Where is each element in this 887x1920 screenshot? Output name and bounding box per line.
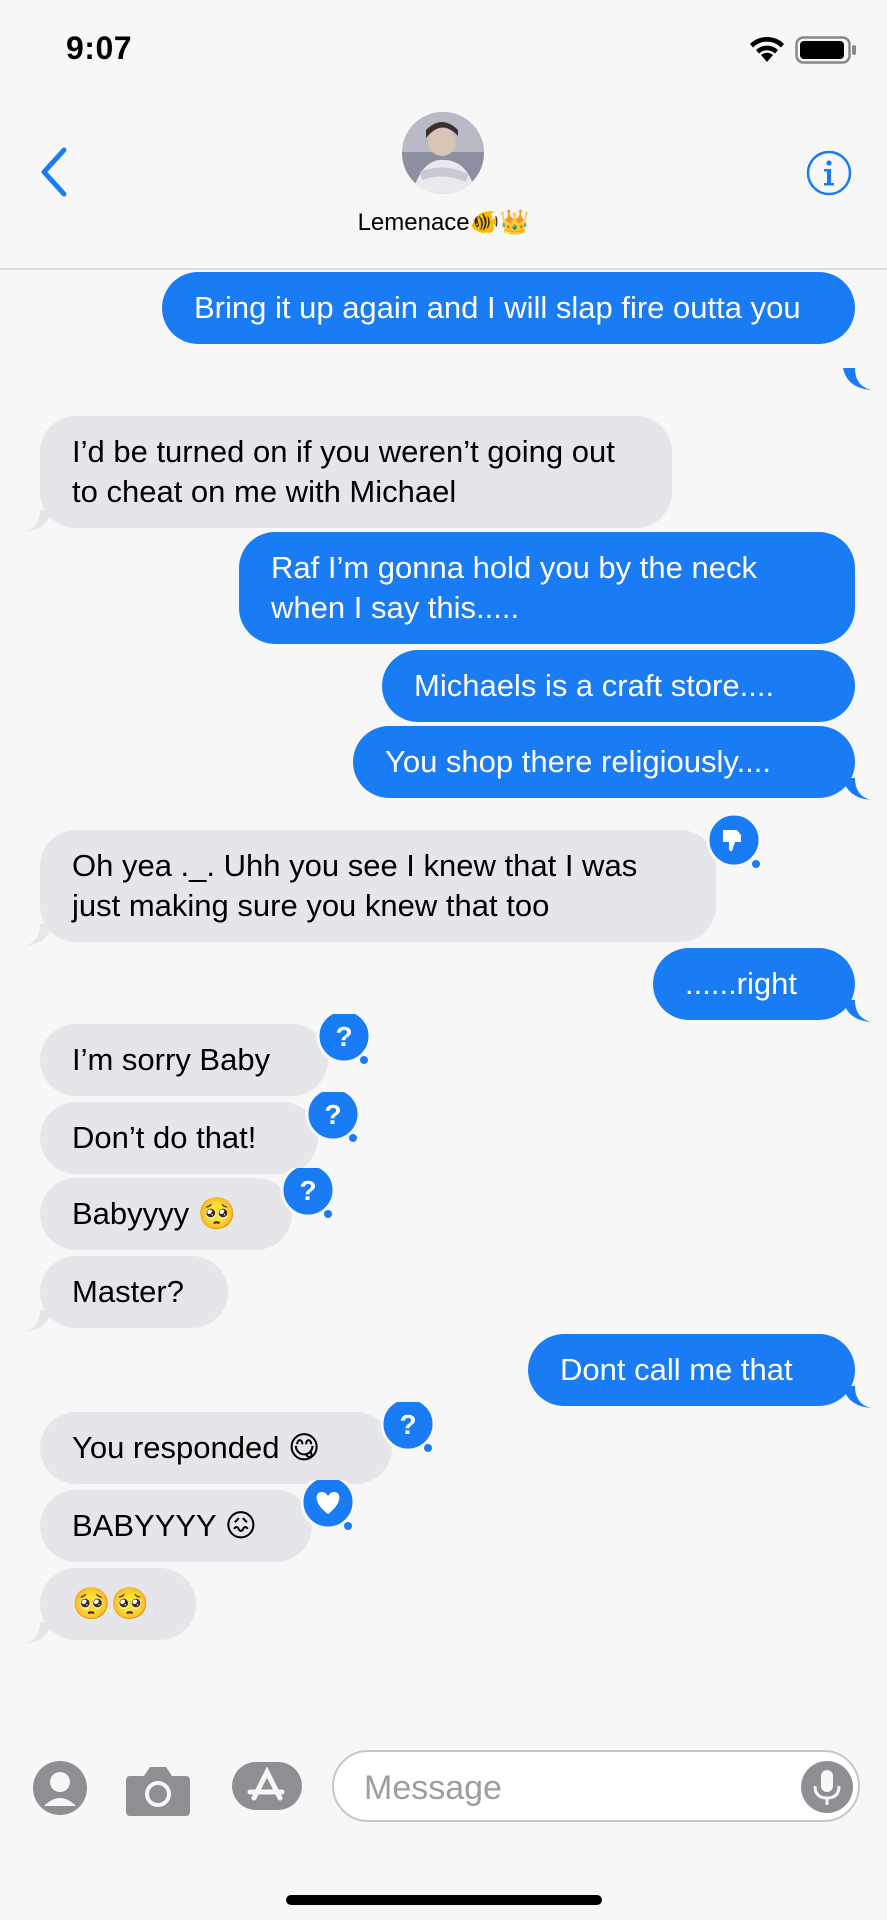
contact-avatar[interactable]	[402, 112, 484, 194]
microphone-icon[interactable]	[800, 1760, 854, 1814]
bubble-tail	[24, 1310, 52, 1332]
question-tapback-icon[interactable]: ?	[380, 1402, 436, 1458]
bubble-tail	[843, 778, 871, 800]
svg-text:?: ?	[335, 1021, 352, 1052]
bubble-tail	[24, 924, 52, 946]
contact-name[interactable]: Lemenace🐠👑	[0, 208, 887, 237]
incoming-message[interactable]: Don’t do that!	[40, 1102, 318, 1174]
bubble-tail	[843, 1000, 871, 1022]
wifi-icon	[750, 36, 784, 62]
battery-icon	[795, 36, 856, 64]
message-text: 🥺🥺	[72, 1586, 150, 1621]
message-field[interactable]	[332, 1750, 860, 1822]
contact-name-text: Lemenace	[357, 209, 470, 236]
outgoing-message[interactable]: Raf I’m gonna hold you by the neck when …	[239, 532, 855, 644]
bubble-tail	[24, 510, 52, 532]
svg-text:?: ?	[299, 1175, 316, 1206]
incoming-message[interactable]: I’m sorry Baby	[40, 1024, 328, 1096]
message-text: BABYYYY 😖	[72, 1508, 258, 1543]
outgoing-message[interactable]: Dont call me that	[528, 1334, 855, 1406]
status-bar: 9:07	[0, 0, 887, 100]
incoming-message[interactable]: BABYYYY 😖	[40, 1490, 312, 1562]
outgoing-message[interactable]: Michaels is a craft store....	[382, 650, 855, 722]
incoming-message[interactable]: I’d be turned on if you weren’t going ou…	[40, 416, 672, 528]
question-tapback-icon[interactable]: ?	[305, 1092, 361, 1148]
outgoing-message[interactable]: Bring it up again and I will slap fire o…	[162, 272, 855, 344]
incoming-message[interactable]: You responded 😋	[40, 1412, 392, 1484]
incoming-message[interactable]: Babyyyy 🥺	[40, 1178, 292, 1250]
incoming-message[interactable]: Oh yea ._. Uhh you see I knew that I was…	[40, 830, 716, 942]
heart-tapback-icon[interactable]	[300, 1480, 356, 1536]
home-indicator[interactable]	[286, 1895, 602, 1905]
bubble-tail	[24, 1622, 52, 1644]
info-icon[interactable]	[806, 150, 852, 196]
back-chevron-icon[interactable]	[36, 142, 76, 202]
memoji-icon[interactable]	[32, 1760, 88, 1816]
outgoing-message[interactable]: You shop there religiously....	[353, 726, 855, 798]
contact-name-emoji: 🐠👑	[469, 208, 530, 236]
avatar-image	[402, 112, 484, 194]
thumbs-down-tapback-icon[interactable]	[706, 814, 762, 870]
conversation-header: Lemenace🐠👑	[0, 100, 887, 270]
svg-text:?: ?	[324, 1099, 341, 1130]
status-time: 9:07	[66, 30, 133, 66]
bubble-tail	[843, 368, 871, 390]
app-store-icon[interactable]	[230, 1758, 304, 1814]
message-composer	[0, 1730, 887, 1920]
message-input[interactable]	[362, 1764, 786, 1812]
svg-text:?: ?	[399, 1409, 416, 1440]
question-tapback-icon[interactable]: ?	[316, 1014, 372, 1070]
incoming-message[interactable]: Master?	[40, 1256, 228, 1328]
message-text: You responded 😋	[72, 1430, 321, 1465]
message-text: Babyyyy 🥺	[72, 1196, 237, 1231]
bubble-tail	[843, 1386, 871, 1408]
outgoing-message[interactable]: ......right	[653, 948, 855, 1020]
camera-icon[interactable]	[124, 1764, 192, 1818]
incoming-message[interactable]: 🥺🥺	[40, 1568, 196, 1640]
question-tapback-icon[interactable]: ?	[280, 1168, 336, 1224]
